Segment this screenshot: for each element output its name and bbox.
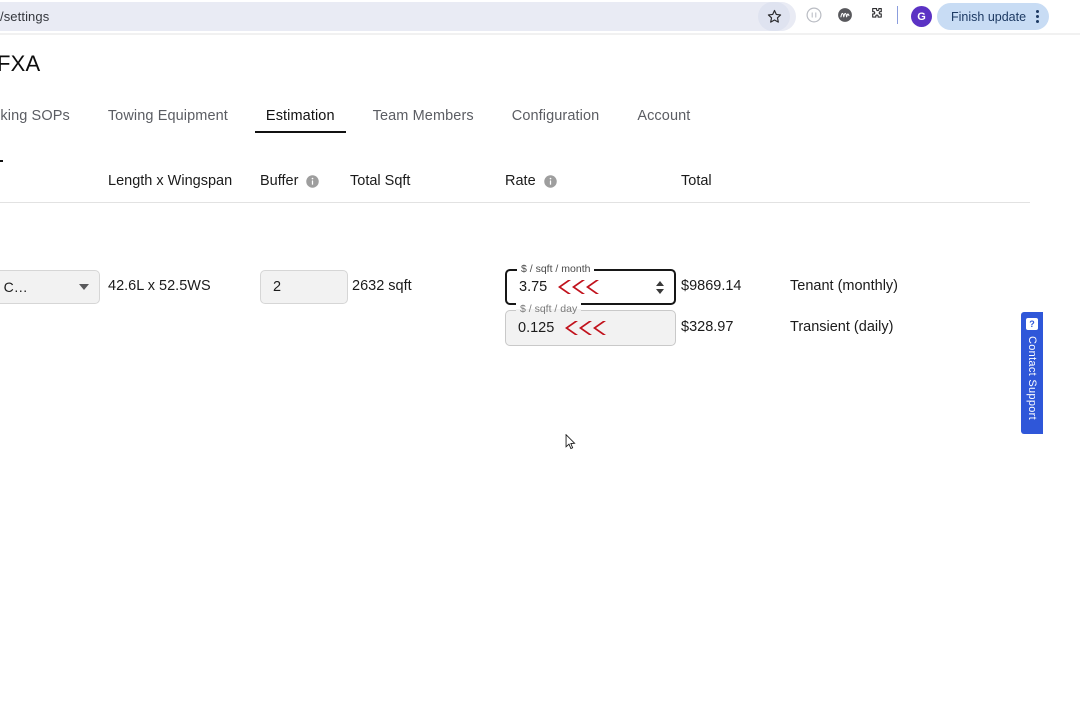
mouse-cursor-icon: [565, 434, 576, 450]
puzzle-piece-icon[interactable]: [867, 6, 885, 24]
total-sqft-value: 2632 sqft: [352, 278, 412, 294]
triple-left-chevron-icon: [559, 318, 609, 338]
spinner-up-icon[interactable]: [656, 281, 664, 286]
aircraft-select-value: CJ1, C…: [0, 279, 28, 295]
buffer-input-wrapper[interactable]: [260, 270, 348, 304]
app-page: FXA Stacking SOPs Towing Equipment Estim…: [0, 35, 1080, 721]
tab-team-members[interactable]: Team Members: [354, 108, 493, 133]
bookmark-star-button[interactable]: [758, 2, 790, 31]
column-header-buffer: Buffer: [260, 173, 320, 189]
spinner-down-icon[interactable]: [656, 289, 664, 294]
extension-icon-group: [805, 6, 885, 24]
column-header-length-wingspan: Length x Wingspan: [108, 173, 232, 189]
aircraft-select[interactable]: CJ1, C…: [0, 270, 100, 304]
estimation-table: Length x Wingspan Buffer Total Sqft Rate…: [0, 173, 1080, 203]
rate-spinner-monthly[interactable]: [656, 281, 668, 294]
total-monthly-value: $9869.14: [681, 278, 741, 294]
total-daily-value: $328.97: [681, 319, 733, 335]
address-bar[interactable]: /settings: [0, 2, 796, 31]
column-header-rate-label: Rate: [505, 173, 536, 189]
info-icon[interactable]: [543, 174, 558, 189]
table-header-row: Length x Wingspan Buffer Total Sqft Rate…: [0, 173, 1030, 203]
subtab-calculator[interactable]: ator: [0, 139, 3, 162]
tab-account[interactable]: Account: [618, 108, 709, 133]
total-daily-label: Transient (daily): [790, 319, 893, 335]
sub-tab-bar: ator: [0, 139, 3, 162]
rate-input-daily[interactable]: $ / sqft / day 0.125: [505, 310, 676, 346]
page-title: FXA: [0, 51, 40, 77]
length-wingspan-value: 42.6L x 52.5WS: [108, 278, 211, 294]
rate-input-monthly-value: 3.75: [519, 279, 547, 295]
tab-estimation[interactable]: Estimation: [247, 108, 354, 133]
three-dot-menu-icon[interactable]: [1032, 10, 1043, 23]
buffer-input[interactable]: [273, 279, 335, 295]
rate-input-monthly[interactable]: $ / sqft / month 3.75: [505, 269, 676, 305]
avatar[interactable]: G: [911, 6, 932, 27]
chevron-down-icon: [79, 284, 89, 290]
contact-support-label: Contact Support: [1026, 336, 1038, 420]
total-monthly-label: Tenant (monthly): [790, 278, 898, 294]
column-header-total-sqft: Total Sqft: [350, 173, 410, 189]
tab-stacking-sops[interactable]: Stacking SOPs: [0, 108, 89, 133]
help-question-icon: ?: [1026, 318, 1038, 330]
address-bar-url: /settings: [0, 9, 49, 24]
rate-input-monthly-legend: $ / sqft / month: [517, 263, 594, 275]
tab-configuration[interactable]: Configuration: [493, 108, 619, 133]
browser-toolbar: /settings G Finish update: [0, 0, 1080, 33]
wave-circle-icon[interactable]: [836, 6, 854, 24]
bookmark-star-icon: [766, 8, 783, 25]
tab-towing-equipment[interactable]: Towing Equipment: [89, 108, 247, 133]
circle-outline-icon[interactable]: [805, 6, 823, 24]
triple-left-chevron-icon: [552, 277, 602, 297]
column-header-rate: Rate: [505, 173, 558, 189]
info-icon[interactable]: [305, 174, 320, 189]
toolbar-divider: [897, 6, 898, 24]
finish-update-button[interactable]: Finish update: [937, 3, 1049, 30]
main-tab-bar: Stacking SOPs Towing Equipment Estimatio…: [0, 97, 709, 133]
finish-update-label: Finish update: [951, 10, 1026, 24]
rate-input-daily-value: 0.125: [518, 320, 554, 336]
column-header-total: Total: [681, 173, 712, 189]
contact-support-tab[interactable]: ? Contact Support: [1021, 312, 1043, 434]
column-header-buffer-label: Buffer: [260, 173, 298, 189]
rate-input-daily-legend: $ / sqft / day: [516, 303, 581, 315]
